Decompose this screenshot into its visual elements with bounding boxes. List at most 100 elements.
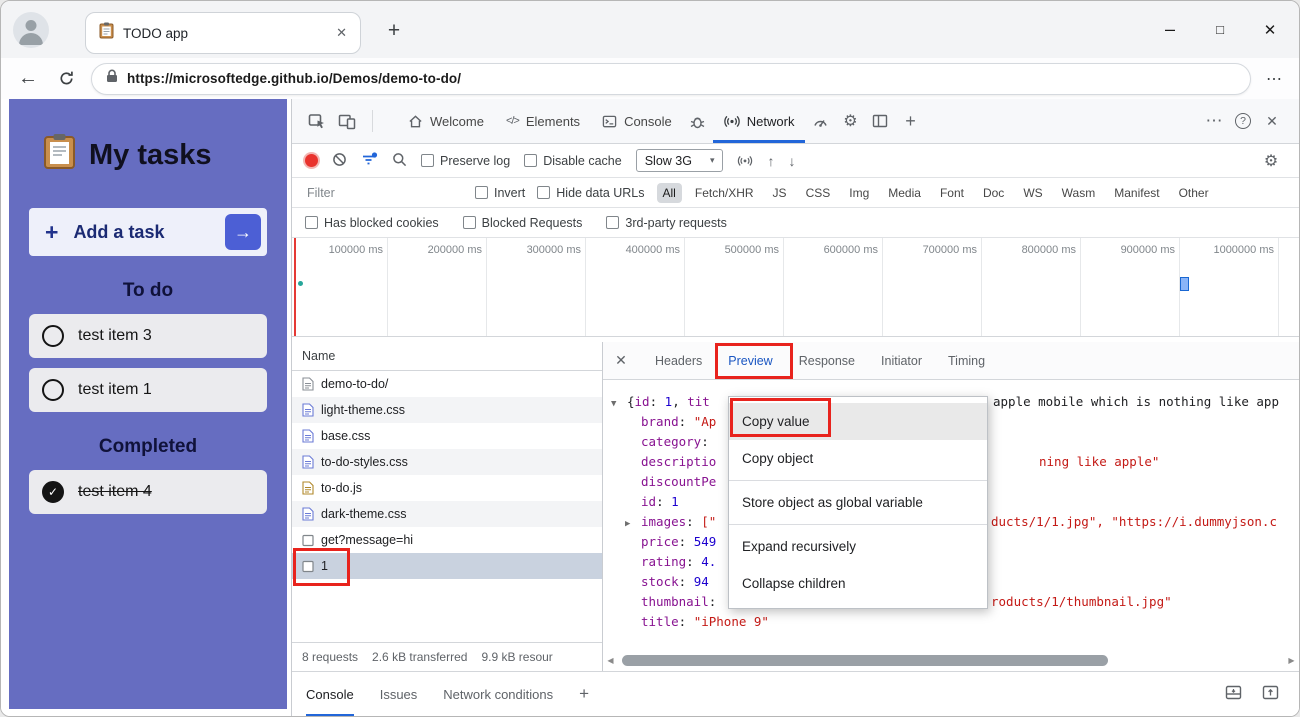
timeline-request-marker[interactable] xyxy=(1180,277,1189,291)
new-tab-button[interactable]: + xyxy=(379,16,409,46)
request-row-demo-to-do[interactable]: demo-to-do/ xyxy=(292,371,602,397)
request-row-dark-theme-css[interactable]: dark-theme.css xyxy=(292,501,602,527)
add-task-bar[interactable]: + Add a task → xyxy=(29,208,267,256)
layout-panel-icon[interactable] xyxy=(865,106,895,136)
more-options-icon[interactable]: ⋯ xyxy=(1201,111,1227,131)
unchecked-circle-icon[interactable] xyxy=(42,325,64,347)
filter-pill-fetch-xhr[interactable]: Fetch/XHR xyxy=(689,183,760,203)
network-timeline[interactable]: 100000 ms200000 ms300000 ms400000 ms5000… xyxy=(292,238,1299,337)
filter-pill-img[interactable]: Img xyxy=(843,183,875,203)
inspect-element-icon[interactable] xyxy=(302,106,332,136)
scroll-left-icon[interactable]: ◀ xyxy=(603,656,618,665)
tab-console[interactable]: Console xyxy=(591,99,683,143)
device-emulation-icon[interactable] xyxy=(332,106,362,136)
address-bar[interactable]: https://microsoftedge.github.io/Demos/de… xyxy=(91,63,1251,95)
close-devtools-icon[interactable]: ✕ xyxy=(1259,113,1285,130)
back-button[interactable]: ← xyxy=(11,63,45,95)
preview-token: : xyxy=(679,414,694,429)
context-menu-item-expand-recursively[interactable]: Expand recursively xyxy=(729,528,987,565)
minimize-button[interactable]: – xyxy=(1145,1,1195,58)
expand-drawer-icon[interactable] xyxy=(1262,685,1279,703)
filter-pill-wasm[interactable]: Wasm xyxy=(1056,183,1102,203)
detail-tab-initiator[interactable]: Initiator xyxy=(881,342,922,379)
settings-gear-icon[interactable]: ⚙ xyxy=(835,106,865,136)
checkbox-has-blocked-cookies[interactable]: Has blocked cookies xyxy=(305,216,439,230)
performance-icon[interactable] xyxy=(805,106,835,136)
drawer-tab-issues[interactable]: Issues xyxy=(380,672,418,716)
request-row-1[interactable]: 1 xyxy=(292,553,602,579)
close-detail-icon[interactable]: ✕ xyxy=(613,352,629,369)
clear-icon[interactable] xyxy=(332,152,347,170)
export-har-icon[interactable]: ↓ xyxy=(788,153,795,169)
expand-arrow-icon[interactable]: ▶ xyxy=(625,514,641,534)
tab-close-icon[interactable]: ✕ xyxy=(336,25,347,41)
throttling-select[interactable]: Slow 3G ▾ xyxy=(636,149,724,172)
task-item[interactable]: ✓test item 4 xyxy=(29,470,267,514)
import-har-icon[interactable]: ↑ xyxy=(767,153,774,169)
request-row-light-theme-css[interactable]: light-theme.css xyxy=(292,397,602,423)
request-row-base-css[interactable]: base.css xyxy=(292,423,602,449)
request-row-get-message-hi[interactable]: get?message=hi xyxy=(292,527,602,553)
name-column-header[interactable]: Name xyxy=(292,342,602,371)
filter-pill-all[interactable]: All xyxy=(657,183,682,203)
detail-tab-timing[interactable]: Timing xyxy=(948,342,985,379)
unchecked-circle-icon[interactable] xyxy=(42,379,64,401)
filter-pill-doc[interactable]: Doc xyxy=(977,183,1010,203)
add-task-submit-button[interactable]: → xyxy=(225,214,261,250)
detail-tab-headers[interactable]: Headers xyxy=(655,342,702,379)
profile-avatar[interactable] xyxy=(13,12,49,48)
collapse-arrow-icon[interactable]: ▼ xyxy=(611,394,627,414)
checkbox-3rd-party-requests[interactable]: 3rd-party requests xyxy=(606,216,726,230)
dock-drawer-icon[interactable] xyxy=(1225,685,1242,703)
task-item[interactable]: test item 3 xyxy=(29,314,267,358)
filter-pill-manifest[interactable]: Manifest xyxy=(1108,183,1165,203)
clipboard-icon xyxy=(43,133,76,178)
scrollbar-thumb[interactable] xyxy=(622,655,1108,666)
drawer-add-icon[interactable]: + xyxy=(579,684,589,704)
drawer-tab-network-conditions[interactable]: Network conditions xyxy=(443,672,553,716)
search-icon[interactable] xyxy=(392,152,407,170)
filter-pill-js[interactable]: JS xyxy=(767,183,793,203)
request-row-to-do-styles-css[interactable]: to-do-styles.css xyxy=(292,449,602,475)
filter-pill-css[interactable]: CSS xyxy=(800,183,837,203)
debug-icon[interactable] xyxy=(683,106,713,136)
context-menu-item-collapse-children[interactable]: Collapse children xyxy=(729,565,987,602)
network-conditions-icon[interactable] xyxy=(737,152,753,170)
filter-pill-other[interactable]: Other xyxy=(1173,183,1215,203)
request-row-to-do-js[interactable]: to-do.js xyxy=(292,475,602,501)
network-settings-gear-icon[interactable]: ⚙ xyxy=(1256,146,1286,176)
horizontal-scrollbar[interactable]: ◀ ▶ xyxy=(603,653,1299,668)
context-menu-item-copy-object[interactable]: Copy object xyxy=(729,440,987,477)
browser-menu-icon[interactable]: ⋯ xyxy=(1259,69,1289,89)
tab-elements[interactable]: </> Elements xyxy=(495,99,591,143)
browser-tab[interactable]: TODO app ✕ xyxy=(85,12,361,54)
scroll-right-icon[interactable]: ▶ xyxy=(1284,656,1299,665)
tab-welcome[interactable]: Welcome xyxy=(397,99,495,143)
scrollbar-track[interactable] xyxy=(618,655,1284,667)
refresh-button[interactable] xyxy=(49,63,83,95)
tab-network[interactable]: Network xyxy=(713,99,806,143)
disable-cache-checkbox[interactable]: Disable cache xyxy=(524,154,622,168)
detail-tab-preview[interactable]: Preview xyxy=(728,342,772,379)
request-name: 1 xyxy=(321,559,328,573)
filter-pill-font[interactable]: Font xyxy=(934,183,970,203)
filter-toggle-icon[interactable] xyxy=(361,152,378,170)
task-item[interactable]: test item 1 xyxy=(29,368,267,412)
drawer-tab-console[interactable]: Console xyxy=(306,672,354,716)
checkbox-blocked-requests[interactable]: Blocked Requests xyxy=(463,216,583,230)
detail-tab-response[interactable]: Response xyxy=(799,342,855,379)
checked-circle-icon[interactable]: ✓ xyxy=(42,481,64,503)
filter-pill-ws[interactable]: WS xyxy=(1017,183,1048,203)
hide-data-urls-checkbox[interactable]: Hide data URLs xyxy=(537,186,644,200)
close-window-button[interactable]: ✕ xyxy=(1245,1,1295,58)
invert-checkbox[interactable]: Invert xyxy=(475,186,525,200)
preserve-log-checkbox[interactable]: Preserve log xyxy=(421,154,510,168)
help-icon[interactable]: ? xyxy=(1235,113,1251,129)
context-menu-item-copy-value[interactable]: Copy value xyxy=(729,403,987,440)
maximize-button[interactable]: □ xyxy=(1195,1,1245,58)
filter-input[interactable] xyxy=(305,185,463,201)
context-menu-item-store-object-as-global-variable[interactable]: Store object as global variable xyxy=(729,484,987,521)
add-tool-icon[interactable]: + xyxy=(895,106,925,136)
filter-pill-media[interactable]: Media xyxy=(882,183,927,203)
record-icon[interactable] xyxy=(305,154,318,167)
